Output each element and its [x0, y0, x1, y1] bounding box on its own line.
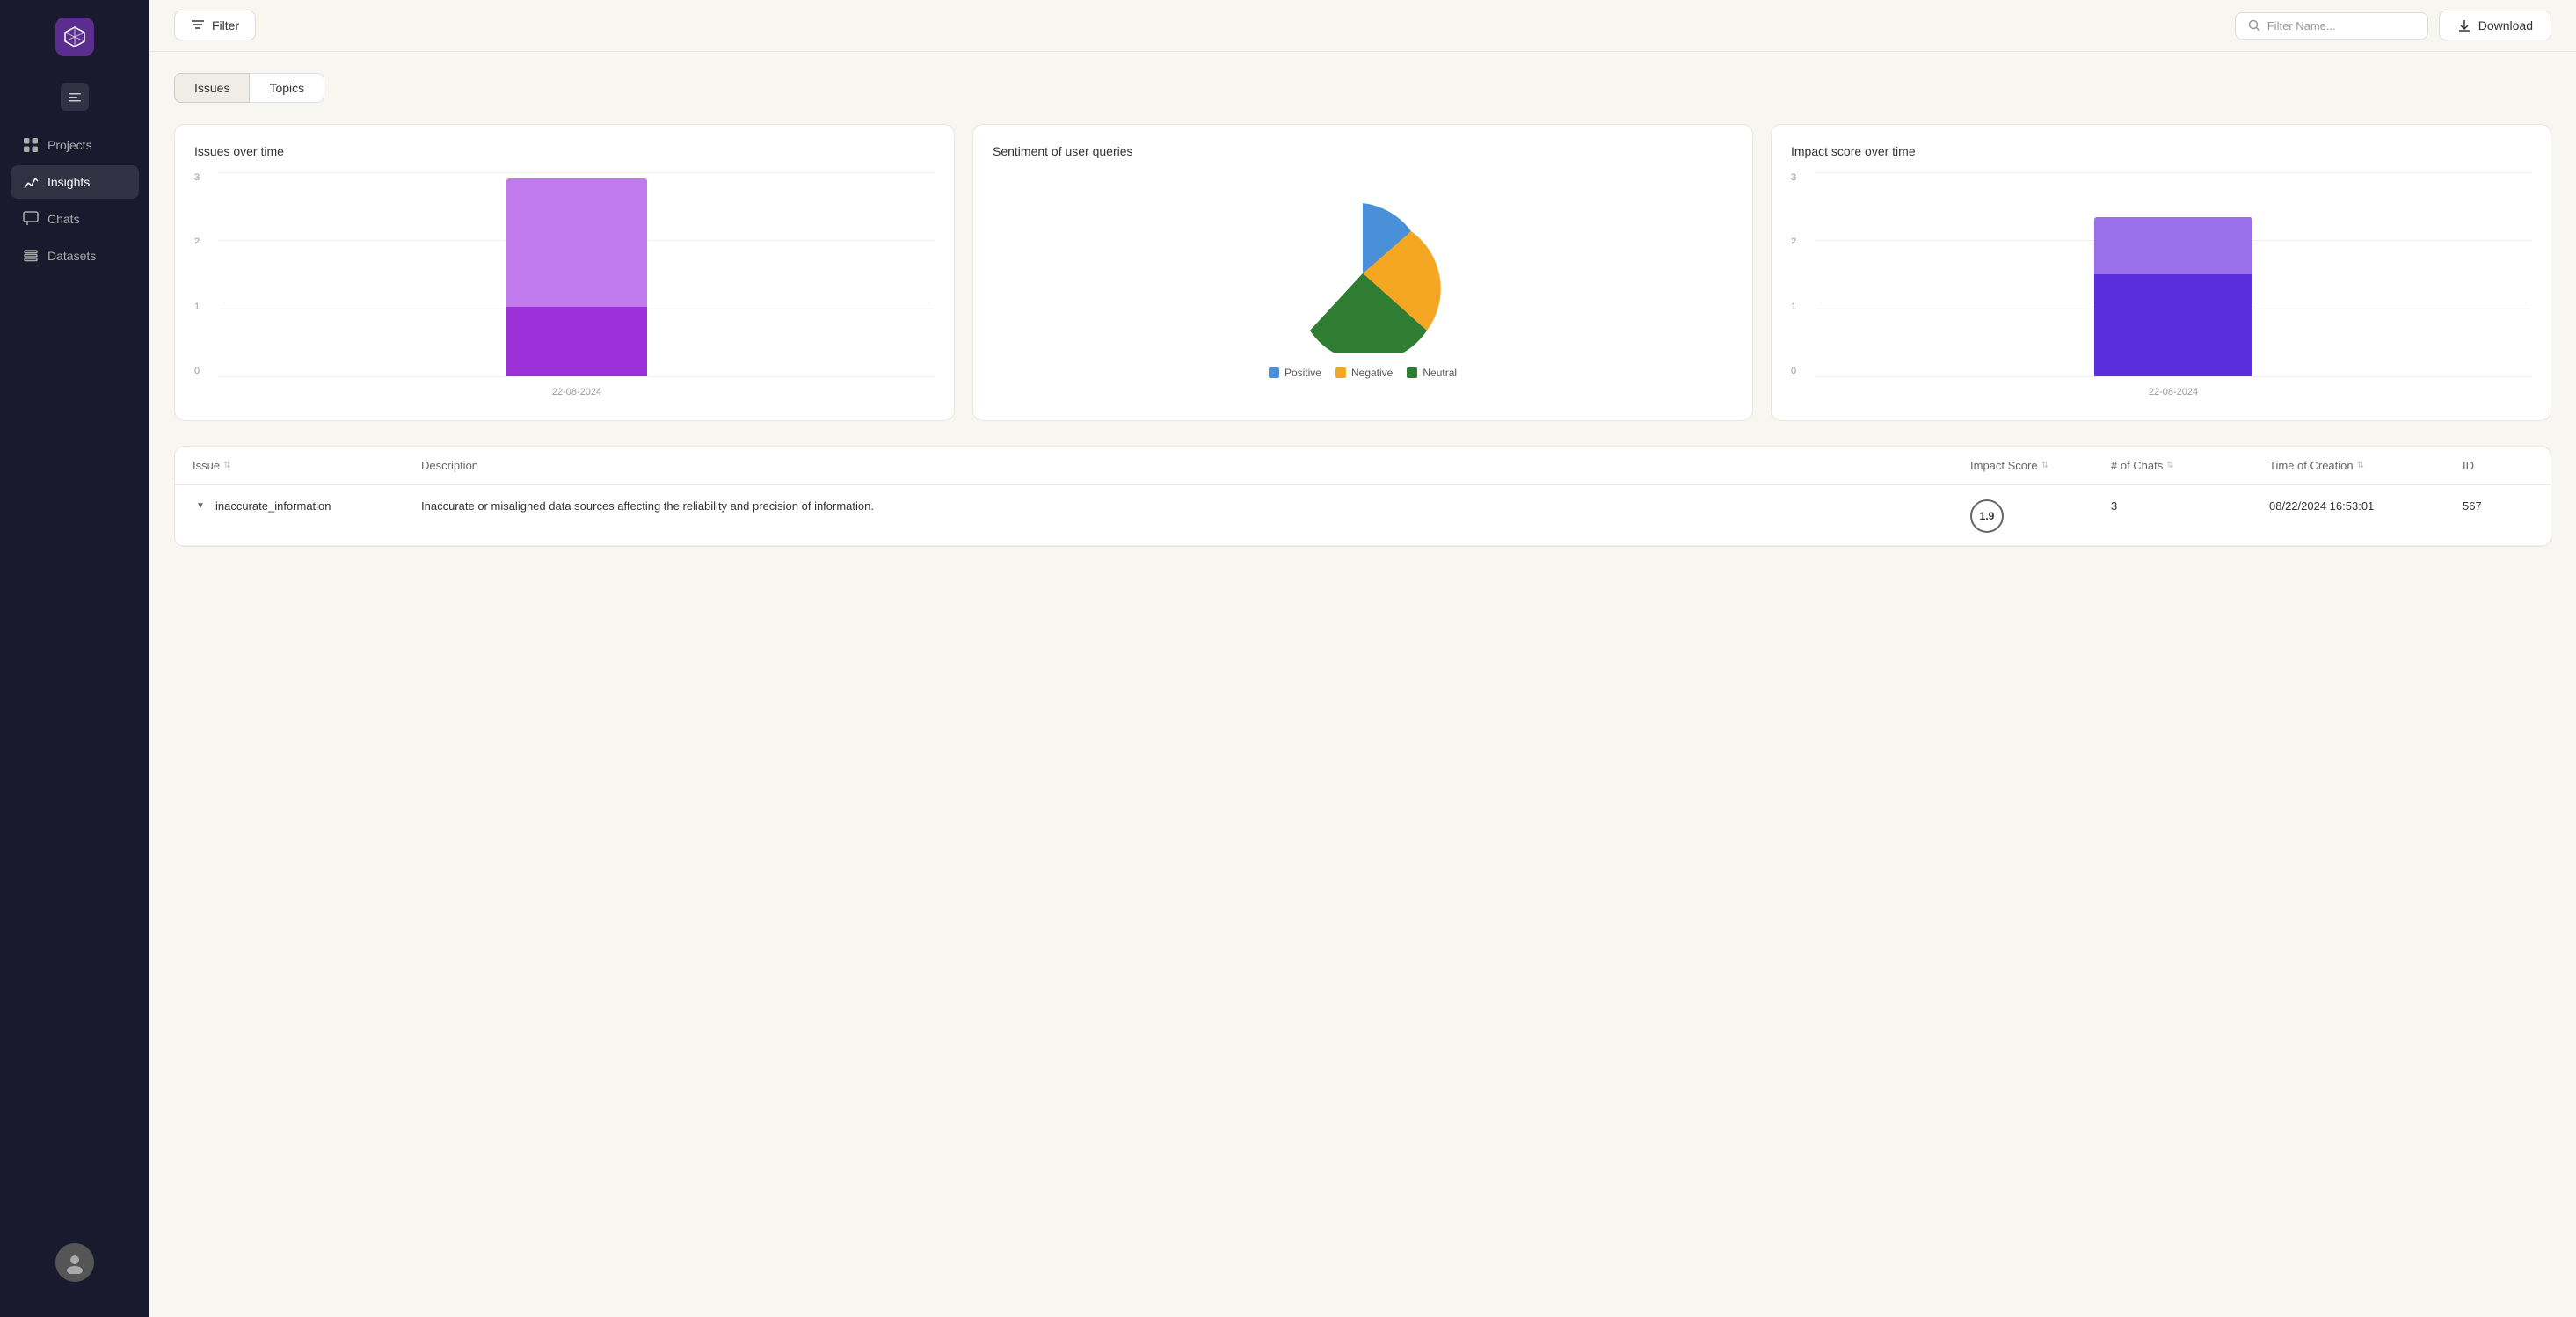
- header-issue[interactable]: Issue ⇅: [193, 459, 421, 472]
- avatar[interactable]: [55, 1243, 94, 1282]
- main-content: Filter Filter Name... Download: [149, 0, 2576, 1317]
- collapse-sidebar-button[interactable]: [61, 83, 89, 111]
- sidebar-item-chats[interactable]: Chats: [11, 202, 139, 236]
- filter-name-placeholder: Filter Name...: [2267, 19, 2336, 33]
- legend-positive: Positive: [1269, 367, 1321, 379]
- chat-icon: [23, 211, 39, 227]
- sentiment-chart: Sentiment of user queries: [972, 124, 1753, 421]
- sort-icon-chats: ⇅: [2166, 461, 2173, 470]
- chart-title-impact: Impact score over time: [1791, 144, 2531, 158]
- chart-title-issues: Issues over time: [194, 144, 935, 158]
- issues-table: Issue ⇅ Description Impact Score ⇅ # of …: [174, 446, 2551, 547]
- sidebar-item-label: Projects: [47, 138, 92, 152]
- bar-chart-impact: 3 2 1 0: [1791, 172, 2531, 401]
- bar-segment-top-impact: [2094, 217, 2252, 274]
- issue-name: inaccurate_information: [215, 499, 331, 513]
- legend-positive-label: Positive: [1284, 367, 1321, 379]
- legend-negative-label: Negative: [1351, 367, 1393, 379]
- download-icon: [2457, 18, 2471, 33]
- sidebar-item-label: Chats: [47, 212, 80, 226]
- header-num-chats[interactable]: # of Chats ⇅: [2111, 459, 2269, 472]
- bar-segment-top: [506, 178, 647, 307]
- row-issue-cell: ▼ inaccurate_information: [193, 498, 421, 513]
- sidebar-item-label: Datasets: [47, 249, 96, 263]
- sort-icon-impact: ⇅: [2041, 461, 2048, 470]
- y-label: 2: [1791, 236, 1796, 247]
- filter-icon: [191, 18, 205, 33]
- bar-segment-bottom: [506, 307, 647, 376]
- insights-icon: [23, 174, 39, 190]
- header-time-of-creation[interactable]: Time of Creation ⇅: [2269, 459, 2463, 472]
- impact-score-chart: Impact score over time 3 2 1 0: [1771, 124, 2551, 421]
- y-label: 2: [194, 236, 200, 247]
- filter-label: Filter: [212, 18, 239, 33]
- legend-neutral-label: Neutral: [1423, 367, 1457, 379]
- id-cell: 567: [2463, 498, 2533, 513]
- impact-score-badge: 1.9: [1970, 499, 2004, 533]
- negative-dot: [1335, 367, 1346, 378]
- bar-chart-issues: 3 2 1 0: [194, 172, 935, 401]
- charts-row: Issues over time 3 2 1 0: [174, 124, 2551, 421]
- pie-chart-svg: [1275, 194, 1451, 353]
- impact-score-cell: 1.9: [1970, 498, 2111, 533]
- sidebar-item-projects[interactable]: Projects: [11, 128, 139, 162]
- filter-name-search[interactable]: Filter Name...: [2235, 12, 2428, 40]
- tab-group: Issues Topics: [174, 73, 2551, 103]
- sidebar-nav: Projects Insights Chats Datas: [0, 128, 149, 276]
- filter-button[interactable]: Filter: [174, 11, 256, 40]
- legend-neutral: Neutral: [1407, 367, 1457, 379]
- y-label: 3: [194, 172, 200, 183]
- description-cell: Inaccurate or misaligned data sources af…: [421, 498, 1970, 515]
- pie-legend: Positive Negative Neutral: [1269, 367, 1457, 379]
- pie-chart-container: Positive Negative Neutral: [993, 172, 1733, 401]
- download-button[interactable]: Download: [2439, 11, 2551, 40]
- topbar-actions: Filter Name... Download: [2235, 11, 2551, 40]
- sidebar-item-label: Insights: [47, 175, 90, 189]
- tab-topics[interactable]: Topics: [250, 73, 324, 103]
- chart-title-sentiment: Sentiment of user queries: [993, 144, 1733, 158]
- search-icon: [2248, 19, 2260, 32]
- table-header: Issue ⇅ Description Impact Score ⇅ # of …: [175, 447, 2551, 485]
- issues-over-time-chart: Issues over time 3 2 1 0: [174, 124, 955, 421]
- download-label: Download: [2478, 18, 2533, 33]
- y-label: 0: [1791, 366, 1796, 376]
- positive-dot: [1269, 367, 1279, 378]
- y-label: 3: [1791, 172, 1796, 183]
- topbar: Filter Filter Name... Download: [149, 0, 2576, 52]
- time-of-creation-cell: 08/22/2024 16:53:01: [2269, 498, 2463, 513]
- sidebar: Projects Insights Chats Datas: [0, 0, 149, 1317]
- legend-negative: Negative: [1335, 367, 1393, 379]
- x-label-issues: 22-08-2024: [219, 387, 935, 397]
- row-expand-button[interactable]: ▼: [193, 498, 208, 513]
- grid-icon: [23, 137, 39, 153]
- content-area: Issues Topics Issues over time 3 2 1: [149, 52, 2576, 1317]
- header-id: ID: [2463, 459, 2533, 472]
- sidebar-item-insights[interactable]: Insights: [11, 165, 139, 199]
- header-description[interactable]: Description: [421, 459, 1970, 472]
- dataset-icon: [23, 248, 39, 264]
- y-label: 1: [1791, 302, 1796, 312]
- y-label: 1: [194, 302, 200, 312]
- table-row: ▼ inaccurate_information Inaccurate or m…: [175, 485, 2551, 546]
- y-label: 0: [194, 366, 200, 376]
- app-logo[interactable]: [55, 18, 94, 56]
- neutral-dot: [1407, 367, 1417, 378]
- sort-icon-time: ⇅: [2357, 461, 2364, 470]
- sidebar-item-datasets[interactable]: Datasets: [11, 239, 139, 273]
- x-label-impact: 22-08-2024: [1816, 387, 2531, 397]
- tab-issues[interactable]: Issues: [174, 73, 250, 103]
- header-impact-score[interactable]: Impact Score ⇅: [1970, 459, 2111, 472]
- bar-segment-bottom-impact: [2094, 274, 2252, 376]
- num-chats-cell: 3: [2111, 498, 2269, 513]
- sort-icon-issue: ⇅: [223, 461, 230, 470]
